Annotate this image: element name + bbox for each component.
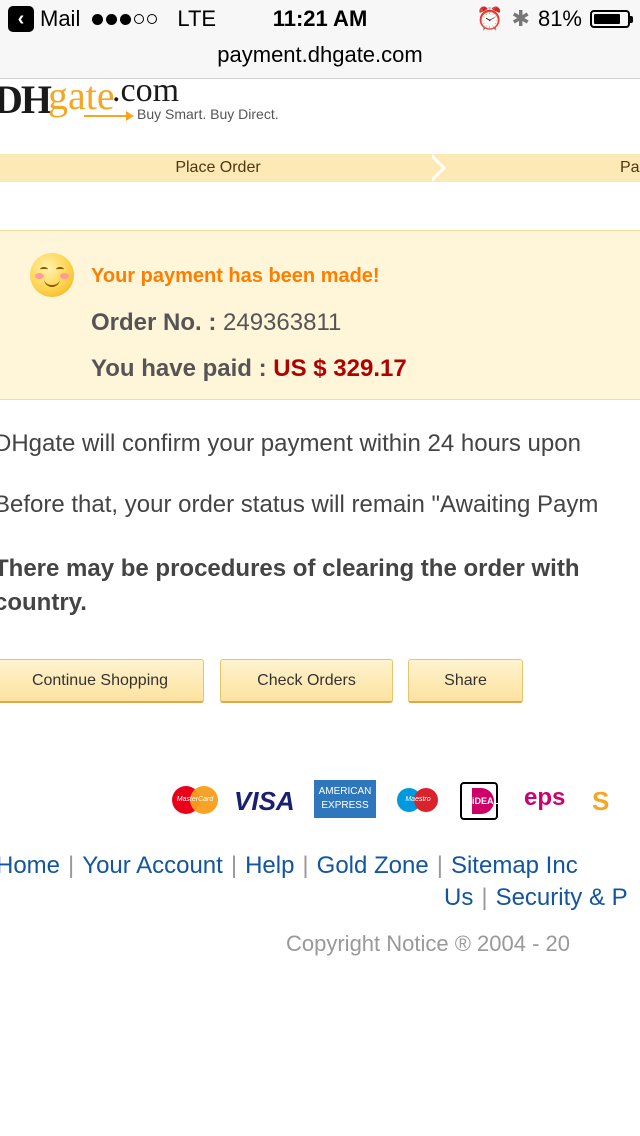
battery-percent: 81% [537,6,582,31]
logo-com: .com [112,72,180,109]
smiley-icon [30,253,74,297]
ideal-label: iDEAL [472,788,499,814]
order-progress-steps: Place Order Pa [0,154,640,182]
logo-gate: gate [48,73,115,118]
ideal-icon: iDEAL [460,782,499,820]
sofort-icon: S [592,786,610,816]
status-bar: ‹ Mail LTE 11:21 AM ⏰ ✱ 81% [0,0,640,40]
amount-paid-row: You have paid : US $ 329.17 [91,355,407,383]
bluetooth-icon: ✱ [511,6,530,31]
maestro-label: Maestro [405,796,431,803]
check-orders-button[interactable]: Check Orders [220,659,393,703]
footer-link-gold-zone[interactable]: Gold Zone [317,852,429,879]
mastercard-label: MasterCard [176,796,214,803]
order-number-label: Order No. : [91,309,217,336]
battery-icon [590,10,633,28]
footer-link-help[interactable]: Help [245,852,294,879]
alarm-icon: ⏰ [476,6,504,31]
payment-success-title: Your payment has been made! [91,265,380,287]
logo-dh: DH [0,77,52,122]
footer-link-your-account[interactable]: Your Account [82,852,223,879]
share-button[interactable]: Share [408,659,523,703]
step-payment: Pa [620,159,640,176]
status-right: ⏰ ✱ 81% [476,6,633,32]
eps-icon: eps [524,784,566,811]
mastercard-icon: MasterCard [172,780,218,820]
order-number-row: Order No. : 249363811 [91,309,341,337]
confirm-info-text: DHgate will confirm your payment within … [0,430,581,457]
logo-slogan: Buy Smart. Buy Direct. [137,106,279,122]
step-place-order: Place Order [175,159,261,176]
footer-links-row2: Us | Security & P [444,884,628,911]
footer-links-row1: Home | Your Account | Help | Gold Zone | Sitemap… [0,852,640,880]
footer-link-home[interactable]: Home [0,852,60,879]
logo-arrow-icon [84,111,134,121]
payment-success-panel: Your payment has been made! Order No. : … [0,230,640,400]
dhgate-logo[interactable]: DH gate .com Buy Smart. Buy Direct. [0,72,320,126]
footer-link-sitemap[interactable]: Sitemap Inc [451,852,578,879]
amount-paid-value: US $ 329.17 [273,355,407,382]
maestro-icon: Maestro [397,780,439,820]
copyright-notice: Copyright Notice ® 2004 - 20 [286,931,571,956]
order-number-value: 249363811 [223,309,342,336]
status-info-text: Before that, your order status will rema… [0,491,599,518]
visa-icon: VISA [234,786,295,816]
amount-paid-label: You have paid : [91,355,267,382]
amex-icon: AMERICAN EXPRESS [314,780,376,818]
clearing-notice-text: There may be procedures of clearing the … [0,555,580,616]
footer-link-security[interactable]: Security & P [496,884,628,911]
step-divider-fill [428,154,442,182]
footer-link-us[interactable]: Us [444,884,473,911]
continue-shopping-button[interactable]: Continue Shopping [0,659,204,703]
